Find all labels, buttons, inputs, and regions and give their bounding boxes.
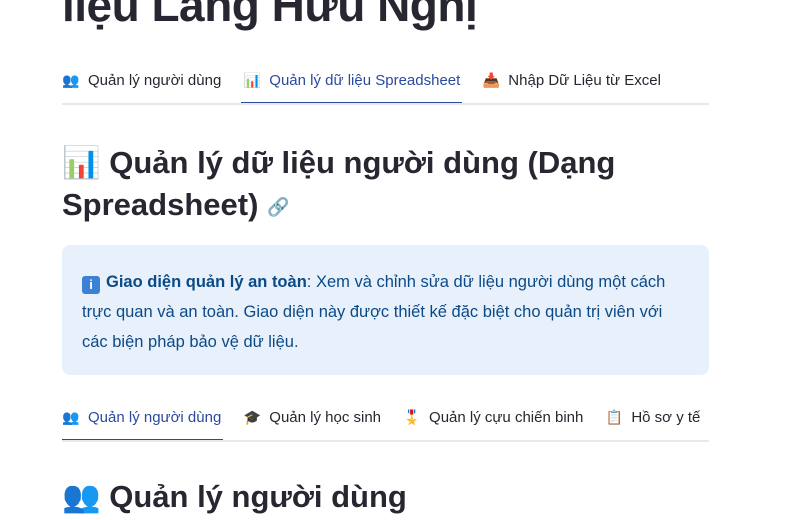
users-icon: 👥 xyxy=(62,72,80,88)
tab-import-excel[interactable]: 📥 Nhập Dữ Liệu từ Excel xyxy=(482,72,661,103)
link-icon[interactable]: 🔗 xyxy=(267,197,289,217)
bar-chart-icon: 📊 xyxy=(243,72,262,88)
tab-user-management[interactable]: 👥 Quản lý người dùng xyxy=(62,72,221,103)
tab-students[interactable]: 🎓 Quản lý học sinh xyxy=(243,409,381,440)
section-heading: 📊 Quản lý dữ liệu người dùng (Dạng Sprea… xyxy=(62,142,682,228)
tab-medical-records[interactable]: 📋 Hồ sơ y tế xyxy=(605,409,701,440)
page-title: liệu Làng Hữu Nghị xyxy=(62,0,478,31)
info-icon: i xyxy=(82,276,100,294)
info-alert: i Giao diện quản lý an toàn: Xem và chỉnh… xyxy=(62,245,709,375)
bar-chart-icon: 📊 xyxy=(62,145,101,180)
info-bold: Giao diện quản lý an toàn xyxy=(106,273,307,291)
subsection-title: Quản lý người dùng xyxy=(109,479,407,514)
record-icon: 📋 xyxy=(605,409,624,425)
main-tab-bar: 👥 Quản lý người dùng 📊 Quản lý dữ liệu Spr… xyxy=(62,72,709,105)
tab-label: Quản lý người dùng xyxy=(88,409,222,426)
tab-label: Quản lý học sinh xyxy=(269,409,382,426)
tab-users[interactable]: 👥 Quản lý người dùng xyxy=(62,409,224,440)
tab-spreadsheet[interactable]: 📊 Quản lý dữ liệu Spreadsheet xyxy=(241,72,463,103)
subsection-heading: 👥 Quản lý người dùng xyxy=(62,478,407,515)
section-title: Quản lý dữ liệu người dùng (Dạng Spreads… xyxy=(62,145,616,222)
tab-label: Quản lý người dùng xyxy=(88,72,222,89)
tab-label: Hồ sơ y tế xyxy=(631,409,701,426)
graduation-cap-icon: 🎓 xyxy=(243,409,262,425)
sub-tab-bar: 👥 Quản lý người dùng 🎓 Quản lý học sinh 🎖️… xyxy=(62,409,709,442)
tab-label: Quản lý dữ liệu Spreadsheet xyxy=(269,72,461,89)
inbox-tray-icon: 📥 xyxy=(482,72,501,88)
tab-label: Nhập Dữ Liệu từ Excel xyxy=(508,72,661,89)
tab-label: Quản lý cựu chiến binh xyxy=(429,409,584,426)
users-icon: 👥 xyxy=(62,409,80,425)
users-icon: 👥 xyxy=(62,479,101,514)
medal-icon: 🎖️ xyxy=(403,409,421,425)
tab-veterans[interactable]: 🎖️ Quản lý cựu chiến binh xyxy=(403,409,583,440)
